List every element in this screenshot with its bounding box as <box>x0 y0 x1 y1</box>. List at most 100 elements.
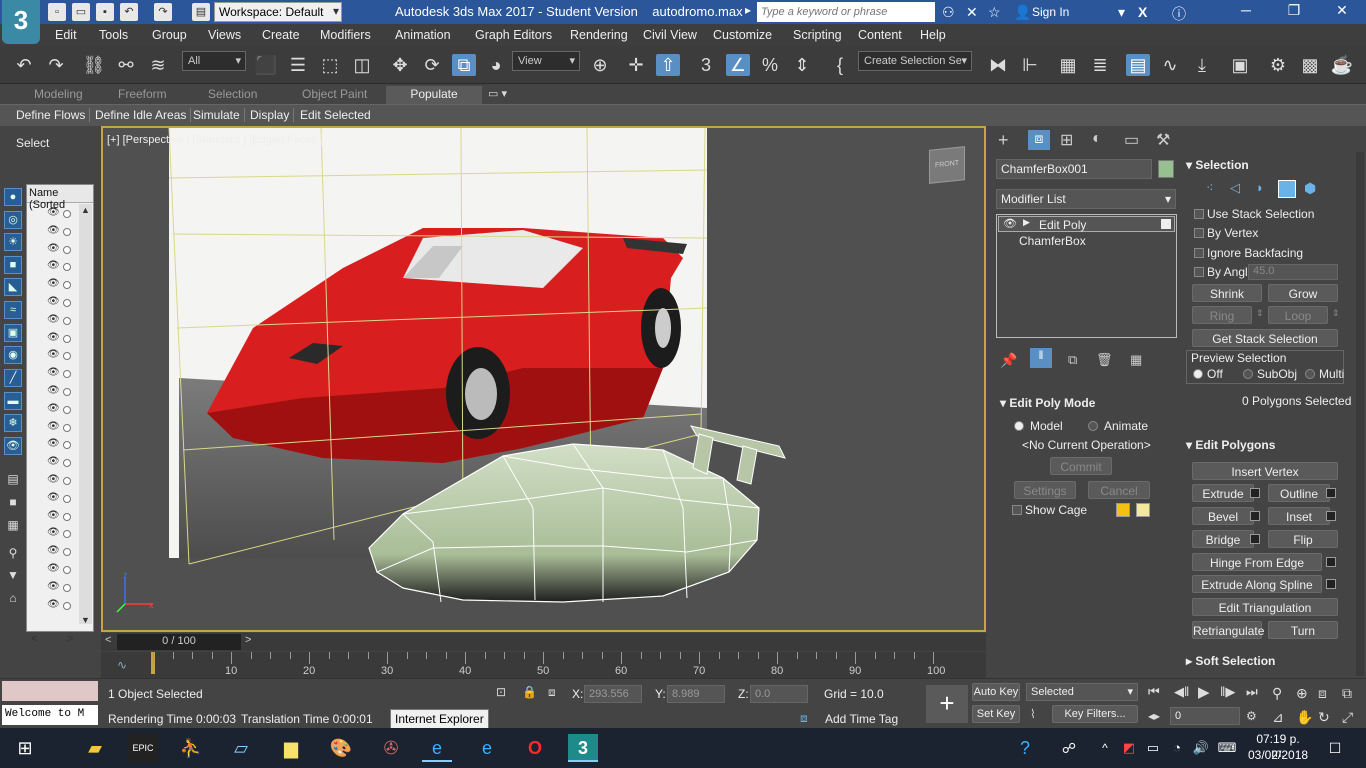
key-mode-toggle-icon[interactable]: ◂▸ <box>1148 709 1160 723</box>
list-header[interactable]: Name (Sorted <box>27 185 93 211</box>
visibility-eye-icon[interactable]: 👁 <box>47 243 60 254</box>
pan-icon[interactable]: ✋ <box>1296 709 1313 726</box>
visibility-eye-icon[interactable]: 👁 <box>47 260 60 271</box>
move-icon[interactable]: ✥ <box>388 54 412 76</box>
tab-modeling[interactable]: Modeling <box>34 87 83 101</box>
edge-mode-icon[interactable]: ◁ <box>1230 180 1240 196</box>
make-unique-icon[interactable]: ⧉ <box>1068 352 1077 368</box>
new-icon[interactable]: ▫ <box>48 3 66 21</box>
exchange-icon[interactable]: X <box>1138 4 1147 20</box>
zoom-icon[interactable]: ⚲ <box>1272 685 1282 702</box>
create-tab-icon[interactable]: + <box>998 130 1009 151</box>
z-coordinate[interactable]: 0.0 <box>750 685 808 703</box>
find-icon[interactable]: ⚲ <box>4 544 22 562</box>
sign-in-link[interactable]: Sign In <box>1032 5 1069 19</box>
visibility-eye-icon[interactable]: 👁 <box>47 385 60 396</box>
show-end-result-icon[interactable]: ‖ <box>1030 348 1052 368</box>
display-tab-icon[interactable]: ▭ <box>1124 130 1139 150</box>
zoom-all-icon[interactable]: ⊕ <box>1296 685 1308 702</box>
windows-start-icon[interactable]: ⊞ <box>10 734 40 762</box>
toggle-box[interactable] <box>1161 219 1171 229</box>
visibility-eye-icon[interactable]: 👁 <box>47 207 60 218</box>
visibility-eye-icon[interactable]: 👁 <box>47 527 60 538</box>
epic-games-icon[interactable]: EPIC <box>128 734 158 762</box>
maxscript-mini-listener[interactable]: Welcome to M <box>2 705 98 725</box>
extrude-button[interactable]: Extrude <box>1192 484 1254 502</box>
border-mode-icon[interactable]: ◗ <box>1256 180 1264 195</box>
selection-filter-dropdown[interactable]: All ▾ <box>182 51 246 71</box>
material-editor-icon[interactable]: ▣ <box>1228 54 1252 76</box>
prev-frame-icon[interactable]: < <box>105 634 111 646</box>
vertex-mode-icon[interactable]: ⁖ <box>1206 180 1214 196</box>
extrude-settings-icon[interactable] <box>1250 488 1260 498</box>
keyboard-shortcut-toggle-icon[interactable]: ⇧ <box>656 54 680 76</box>
rect-selection-icon[interactable]: ⬚ <box>318 54 342 76</box>
shrink-button[interactable]: Shrink <box>1192 284 1262 302</box>
loop-spinner-icon[interactable]: ⇕ <box>1332 308 1340 319</box>
mirror-icon[interactable]: ⧓ <box>986 54 1010 76</box>
layer-explorer-icon[interactable]: ▦ <box>1056 54 1080 76</box>
turn-button[interactable]: Turn <box>1268 621 1338 639</box>
model-radio[interactable] <box>1014 421 1024 431</box>
grow-button[interactable]: Grow <box>1268 284 1338 302</box>
view-cube[interactable]: FRONT <box>929 146 965 184</box>
binoculars-icon[interactable]: ⚇ <box>942 4 955 21</box>
display-lights-icon[interactable]: ☀ <box>4 233 22 251</box>
display-bones-icon[interactable]: ╱ <box>4 369 22 387</box>
bind-space-warp-icon[interactable]: ≋ <box>146 54 170 76</box>
menu-graph-editors[interactable]: Graph Editors <box>475 28 552 42</box>
user-icon[interactable]: 👤 <box>1014 4 1031 21</box>
clock-date[interactable]: 03/02/2018 <box>1248 748 1308 762</box>
zoom-extents-icon[interactable]: ⧈ <box>1318 685 1327 702</box>
visibility-eye-icon[interactable]: 👁 <box>47 563 60 574</box>
render-setup-icon[interactable]: ⚙ <box>1266 54 1290 76</box>
tab-freeform[interactable]: Freeform <box>118 87 167 101</box>
configure-sets-icon[interactable]: ▦ <box>1130 352 1142 368</box>
goto-start-icon[interactable]: ⏮ <box>1148 684 1160 700</box>
minimize-button[interactable]: ─ <box>1226 2 1266 18</box>
object-color-swatch[interactable] <box>1158 160 1174 178</box>
internet-explorer-icon[interactable]: e <box>422 734 452 762</box>
render-production-icon[interactable]: ☕ <box>1330 54 1354 76</box>
filter-icon[interactable]: ▼ <box>4 566 22 584</box>
hinge-from-edge-button[interactable]: Hinge From Edge <box>1192 553 1322 571</box>
display-all-icon[interactable]: ▤ <box>4 470 22 488</box>
set-key-button[interactable]: Set Key <box>972 705 1020 723</box>
align-icon[interactable]: ⊩ <box>1018 54 1042 76</box>
visibility-eye-icon[interactable]: 👁 <box>47 367 60 378</box>
workspace-dropdown[interactable]: Workspace: Default ▾ <box>214 2 342 22</box>
visibility-eye-icon[interactable]: 👁 <box>47 581 60 592</box>
save-icon[interactable]: ▪ <box>96 3 114 21</box>
ribbon-toggle-icon[interactable]: ▤ <box>1126 54 1150 76</box>
expand-icon[interactable]: ▶ <box>1023 217 1030 228</box>
x-coordinate[interactable]: 293.556 <box>584 685 642 703</box>
search-input[interactable] <box>757 2 935 22</box>
menu-edit[interactable]: Edit <box>55 28 77 42</box>
render-toggle-icon[interactable] <box>63 352 71 361</box>
simulate-button[interactable]: Simulate <box>189 108 245 122</box>
display-xrefs-icon[interactable]: ◉ <box>4 346 22 364</box>
viewport-label[interactable]: [+] [Perspective ] [Standard ] [Edged Fa… <box>107 134 323 146</box>
render-toggle-icon[interactable] <box>63 316 71 325</box>
orbit-icon[interactable]: ↻ <box>1318 709 1330 726</box>
pin-stack-icon[interactable]: 📌 <box>1000 352 1017 369</box>
menu-help[interactable]: Help <box>920 28 946 42</box>
fov-icon[interactable]: ⊿ <box>1272 709 1284 726</box>
by-angle-checkbox[interactable] <box>1194 267 1204 277</box>
prev-key-icon[interactable]: ◀‖ <box>1174 684 1189 700</box>
render-toggle-icon[interactable] <box>63 441 71 450</box>
scale-icon[interactable]: ⧉ <box>452 54 476 76</box>
app-icon[interactable]: ✇ <box>376 734 406 762</box>
extrude-along-spline-button[interactable]: Extrude Along Spline <box>1192 575 1322 593</box>
modify-tab-icon[interactable]: ⧈ <box>1028 130 1050 150</box>
soft-selection-title[interactable]: Soft Selection <box>1195 654 1275 668</box>
absolute-mode-icon[interactable]: ⧈ <box>548 685 556 700</box>
visibility-eye-icon[interactable]: 👁 <box>47 492 60 503</box>
edit-polygons-title[interactable]: Edit Polygons <box>1195 438 1275 452</box>
undo-icon[interactable]: ↶ <box>120 3 138 21</box>
select-by-name-icon[interactable]: ☰ <box>286 54 310 76</box>
maximize-button[interactable]: ❐ <box>1274 2 1314 19</box>
next-frame-icon[interactable]: > <box>245 634 251 646</box>
get-stack-selection-button[interactable]: Get Stack Selection <box>1192 329 1338 347</box>
rotate-icon[interactable]: ⟳ <box>420 54 444 76</box>
